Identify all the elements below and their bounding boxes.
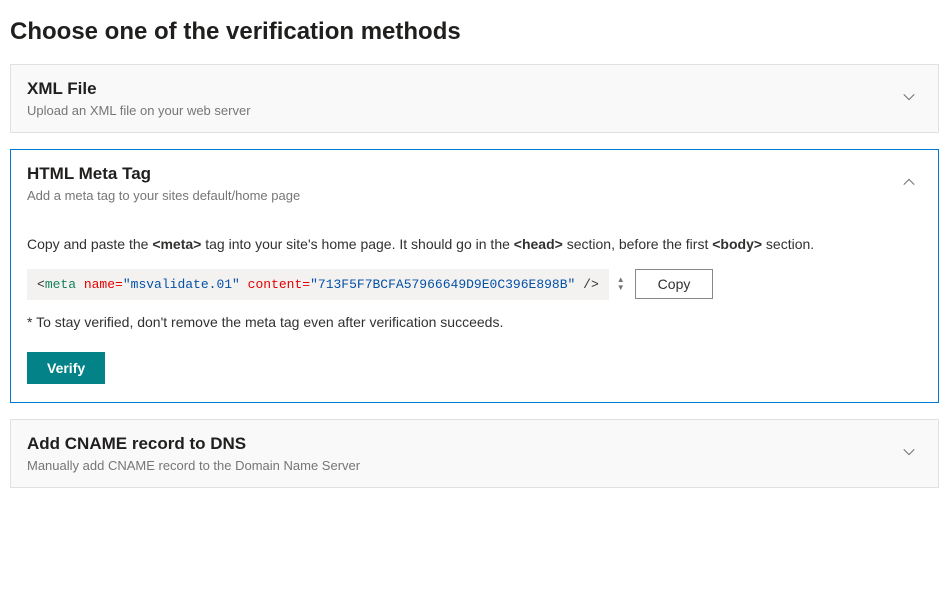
code-attr-value: "713F5F7BCFA57966649D9E0C396E898B" <box>310 277 575 292</box>
method-xml-title-block: XML File Upload an XML file on your web … <box>27 79 896 118</box>
instruction-text: section. <box>762 236 814 252</box>
instruction-text: Copy and paste the <box>27 236 152 252</box>
method-html-meta-body: Copy and paste the <meta> tag into your … <box>11 235 938 402</box>
method-cname-title: Add CNAME record to DNS <box>27 434 896 454</box>
code-bracket: < <box>37 277 45 292</box>
spinner-down-icon[interactable]: ▼ <box>617 284 625 292</box>
method-html-meta-subtitle: Add a meta tag to your sites default/hom… <box>27 188 896 203</box>
meta-code-row: <meta name="msvalidate.01" content="713F… <box>27 269 922 300</box>
method-xml-subtitle: Upload an XML file on your web server <box>27 103 896 118</box>
method-xml-title: XML File <box>27 79 896 99</box>
spinner-control[interactable]: ▲ ▼ <box>617 276 625 292</box>
instruction-tag-meta: <meta> <box>152 236 201 252</box>
code-attr-content: content= <box>240 277 310 292</box>
method-cname-subtitle: Manually add CNAME record to the Domain … <box>27 458 896 473</box>
chevron-down-icon <box>896 445 922 462</box>
code-close: /> <box>575 277 598 292</box>
method-html-meta-header[interactable]: HTML Meta Tag Add a meta tag to your sit… <box>11 150 938 217</box>
verify-button[interactable]: Verify <box>27 352 105 384</box>
method-xml-file[interactable]: XML File Upload an XML file on your web … <box>10 64 939 133</box>
code-attr-name: name= <box>76 277 123 292</box>
code-attr-value: "msvalidate.01" <box>123 277 240 292</box>
method-cname[interactable]: Add CNAME record to DNS Manually add CNA… <box>10 419 939 488</box>
method-html-meta: HTML Meta Tag Add a meta tag to your sit… <box>10 149 939 403</box>
code-tag: meta <box>45 277 76 292</box>
copy-button[interactable]: Copy <box>635 269 714 299</box>
chevron-down-icon <box>896 90 922 107</box>
instruction-tag-head: <head> <box>514 236 563 252</box>
meta-instruction: Copy and paste the <meta> tag into your … <box>27 235 922 255</box>
instruction-text: section, before the first <box>563 236 712 252</box>
meta-note: * To stay verified, don't remove the met… <box>27 314 922 330</box>
method-xml-header[interactable]: XML File Upload an XML file on your web … <box>11 65 938 132</box>
chevron-up-icon <box>896 175 922 192</box>
page-title: Choose one of the verification methods <box>10 18 939 46</box>
method-html-meta-title-block: HTML Meta Tag Add a meta tag to your sit… <box>27 164 896 203</box>
method-cname-title-block: Add CNAME record to DNS Manually add CNA… <box>27 434 896 473</box>
instruction-tag-body: <body> <box>712 236 762 252</box>
meta-code-snippet[interactable]: <meta name="msvalidate.01" content="713F… <box>27 269 609 300</box>
method-cname-header[interactable]: Add CNAME record to DNS Manually add CNA… <box>11 420 938 487</box>
method-html-meta-title: HTML Meta Tag <box>27 164 896 184</box>
instruction-text: tag into your site's home page. It shoul… <box>201 236 513 252</box>
